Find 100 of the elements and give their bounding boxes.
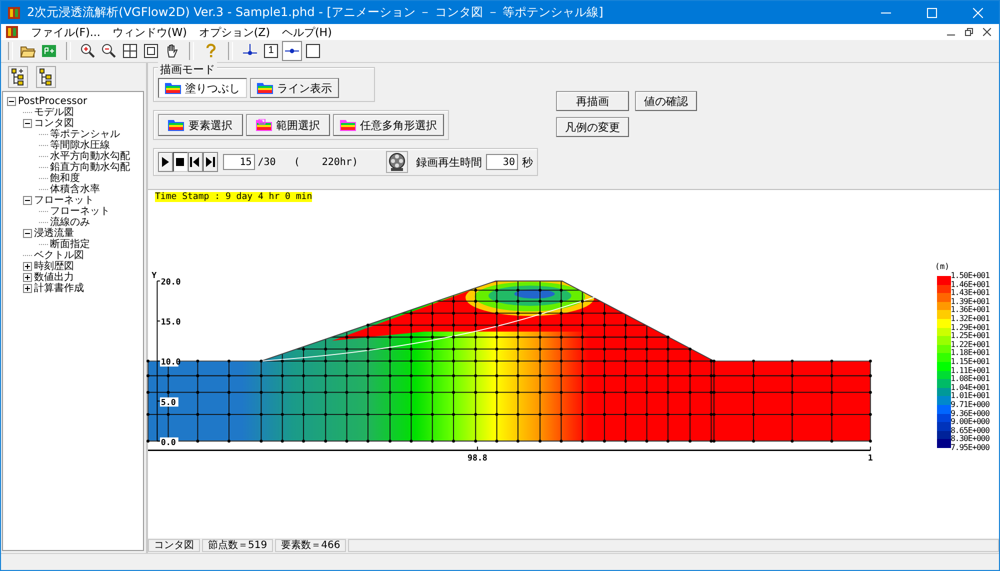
legend-unit: (m): [935, 262, 950, 272]
folder-icon: [168, 119, 184, 131]
tree-item[interactable]: 鉛直方向動水勾配: [50, 162, 130, 173]
tree-item[interactable]: フローネット: [50, 206, 110, 217]
app-icon: [7, 6, 21, 20]
step-back-button[interactable]: [188, 152, 203, 172]
frame-button[interactable]: [141, 41, 161, 61]
legend-label: 1.01E+001: [950, 392, 990, 401]
tree-item[interactable]: コンタ図: [34, 118, 74, 129]
stop-button[interactable]: [172, 152, 188, 172]
menu-item[interactable]: ヘルプ(H): [282, 24, 332, 40]
selection-button[interactable]: 任意多角形選択: [333, 114, 444, 136]
menu-item[interactable]: オプション(Z): [198, 24, 270, 40]
status-cell: コンタ図: [148, 539, 200, 552]
fit-button[interactable]: [120, 41, 140, 61]
frame-icon: [143, 43, 159, 59]
folder-icon: [340, 119, 356, 131]
tree-item[interactable]: フローネット: [34, 195, 94, 206]
tree-expand-button[interactable]: [8, 66, 28, 88]
expander-icon[interactable]: [7, 97, 16, 106]
selection-button[interactable]: 範囲選択: [246, 114, 330, 136]
menu-item[interactable]: ウィンドウ(W): [112, 24, 187, 40]
zoom-out-icon: [101, 43, 117, 59]
step-back-icon: [190, 157, 200, 167]
paren: (: [294, 156, 300, 168]
legend-label: 1.29E+001: [950, 324, 990, 332]
zoom-in-icon: [80, 43, 96, 59]
legend-label: 1.15E+001: [950, 358, 990, 367]
action-button[interactable]: 再描画: [556, 91, 629, 111]
legend-label: 1.50E+001: [950, 272, 990, 281]
legend-label: 1.11E+001: [950, 366, 990, 375]
tree-item[interactable]: 飽和度: [50, 173, 80, 184]
square-icon: [305, 43, 321, 59]
axis-tick-label: 98.8: [468, 452, 488, 462]
folder-icon: [257, 82, 273, 94]
play-icon: [160, 157, 170, 167]
window-title: 2次元浸透流解析(VGFlow2D) Ver.3 - Sample1.phd - [アニメーション － コンタ図 － 等ポテンシャル線]: [27, 4, 604, 21]
menu-item[interactable]: ファイル(F)...: [31, 24, 100, 40]
tree-item[interactable]: 体積含水率: [50, 184, 100, 195]
mode-button[interactable]: 塗りつぶし: [158, 78, 247, 98]
play-button[interactable]: [158, 152, 173, 172]
legend-label: 1.04E+001: [950, 384, 990, 392]
expander-icon[interactable]: [23, 273, 32, 282]
expander-icon[interactable]: [23, 284, 32, 293]
status-cell: 節点数＝519: [202, 539, 274, 552]
action-button[interactable]: 凡例の変更: [556, 117, 629, 137]
tree-item[interactable]: 等ポテンシャル: [50, 129, 120, 140]
axis-tick-label: 10.0: [160, 356, 181, 367]
tree-item[interactable]: 断面指定: [50, 239, 90, 250]
tree-item[interactable]: 計算書作成: [34, 283, 84, 294]
action-button[interactable]: 値の確認: [635, 91, 697, 111]
tree-item[interactable]: 流線のみ: [50, 217, 90, 228]
mode-button[interactable]: ライン表示: [250, 78, 339, 98]
frame-field[interactable]: 15: [222, 154, 255, 170]
tree-collapse-button[interactable]: [36, 66, 56, 88]
step-forward-button[interactable]: [202, 152, 218, 172]
axis-tick-label: 1: [868, 452, 873, 462]
tree-item[interactable]: 浸透流量: [34, 228, 74, 239]
grid-icon: [122, 43, 138, 59]
legend-label: 1.08E+001: [950, 375, 990, 384]
legend-label: 1.18E+001: [950, 349, 990, 358]
legend-label: 1.43E+001: [950, 289, 990, 298]
tree-item[interactable]: 時刻歴図: [34, 261, 74, 272]
legend-label: 9.71E+000: [950, 400, 990, 410]
document-icon: [5, 25, 19, 39]
film-reel-icon: [386, 152, 407, 172]
record-button[interactable]: [386, 151, 408, 173]
step-forward-icon: [205, 157, 216, 167]
tree-item[interactable]: モデル図: [34, 107, 74, 118]
legend-label: 9.00E+000: [950, 418, 990, 427]
export-icon: [41, 43, 57, 59]
seconds-unit: 秒: [522, 154, 533, 170]
frame-total: /30: [258, 156, 276, 168]
selection-button[interactable]: 要素選択: [158, 114, 242, 136]
legend-label: 1.39E+001: [950, 298, 990, 306]
expander-icon[interactable]: [23, 119, 32, 128]
legend-label: 1.22E+001: [950, 340, 990, 349]
legend-label: 1.25E+001: [950, 332, 990, 341]
blank-button[interactable]: [303, 41, 323, 61]
tree-icon: [38, 68, 54, 86]
expander-icon[interactable]: [23, 196, 32, 205]
expander-icon[interactable]: [23, 262, 32, 271]
tree-item[interactable]: 水平方向動水勾配: [50, 151, 130, 162]
node-dot-button[interactable]: [282, 41, 302, 61]
tree-item[interactable]: ベクトル図: [34, 250, 84, 261]
tree-item[interactable]: PostProcessor: [18, 96, 88, 107]
node-number-button[interactable]: 1: [261, 41, 281, 61]
folder-icon: [256, 119, 272, 131]
tree-item[interactable]: 等間隙水圧線: [50, 140, 110, 151]
record-seconds-field[interactable]: 30: [486, 154, 518, 170]
axis-label: Y: [152, 270, 157, 280]
expander-icon[interactable]: [23, 229, 32, 238]
legend-label: 1.32E+001: [950, 314, 990, 324]
elapsed-hours: 220hr): [322, 156, 358, 168]
tree-item[interactable]: 数値出力: [34, 272, 74, 283]
close-icon[interactable]: [983, 28, 991, 36]
restore-icon[interactable]: [965, 28, 973, 36]
legend-label: 1.36E+001: [950, 306, 990, 315]
maximize-icon[interactable]: [927, 8, 937, 18]
tree-icon: [10, 68, 26, 86]
